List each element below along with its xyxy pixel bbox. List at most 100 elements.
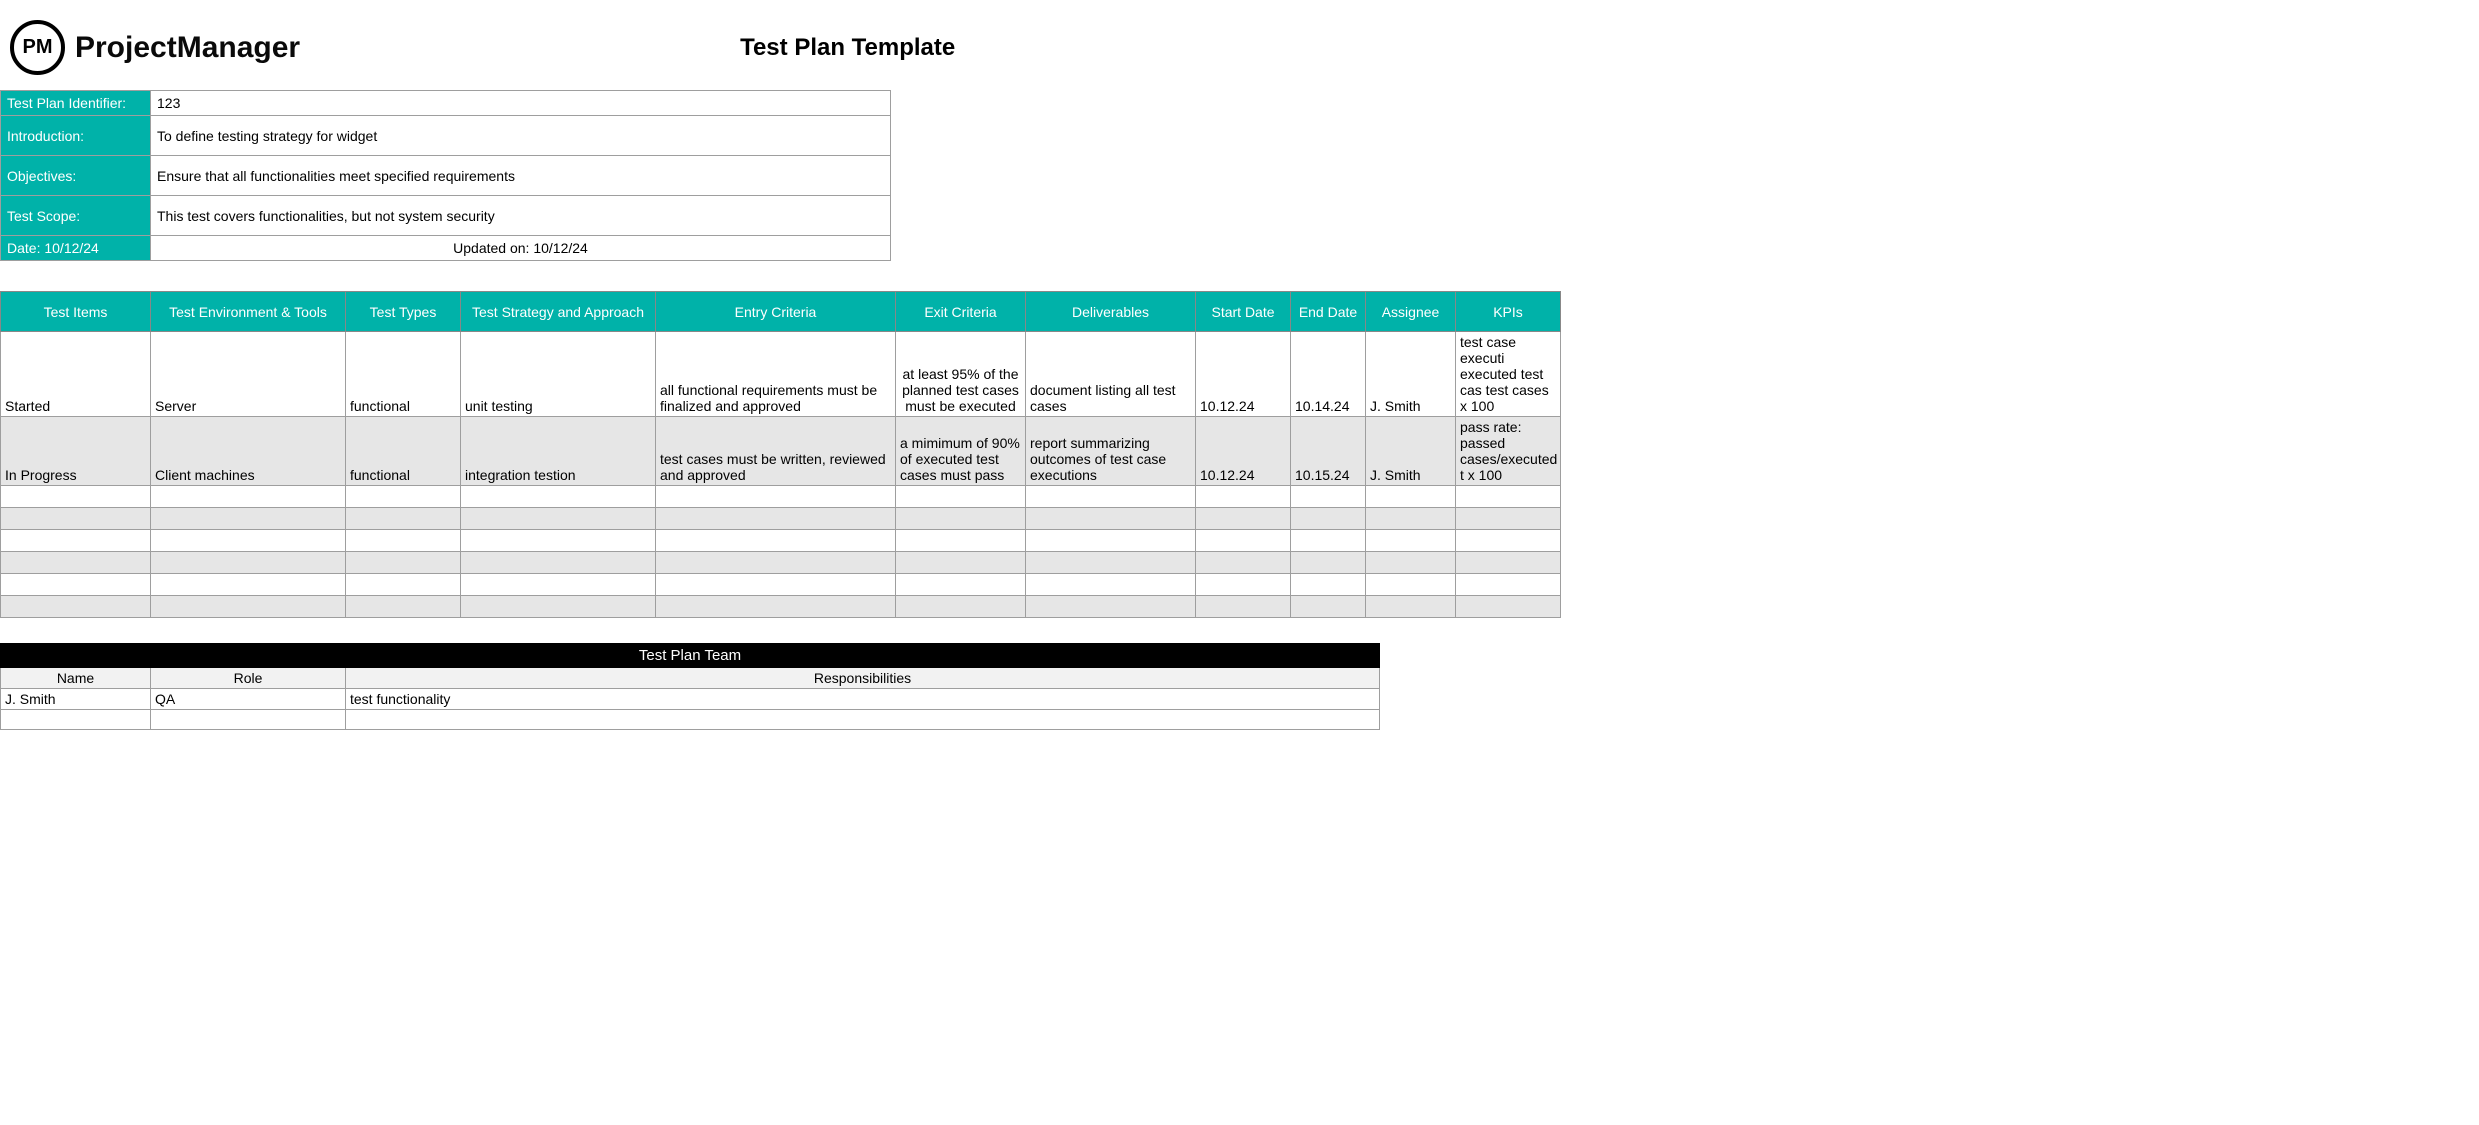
cell[interactable]	[1026, 596, 1196, 618]
cell[interactable]	[461, 596, 656, 618]
cell[interactable]	[461, 552, 656, 574]
cell[interactable]	[896, 552, 1026, 574]
cell[interactable]	[1, 552, 151, 574]
cell[interactable]	[461, 574, 656, 596]
meta-objectives-label: Objectives:	[1, 156, 151, 196]
cell[interactable]	[1, 574, 151, 596]
cell[interactable]: functional	[346, 332, 461, 417]
cell[interactable]: document listing all test cases	[1026, 332, 1196, 417]
cell[interactable]	[1366, 574, 1456, 596]
cell[interactable]	[1291, 486, 1366, 508]
meta-introduction-value[interactable]: To define testing strategy for widget	[151, 116, 891, 156]
cell[interactable]	[656, 596, 896, 618]
cell[interactable]	[1291, 530, 1366, 552]
cell[interactable]	[1196, 596, 1291, 618]
cell[interactable]: 10.15.24	[1291, 417, 1366, 486]
cell[interactable]	[1291, 596, 1366, 618]
cell[interactable]	[896, 574, 1026, 596]
cell[interactable]	[151, 574, 346, 596]
cell[interactable]	[346, 486, 461, 508]
cell[interactable]	[1196, 574, 1291, 596]
cell[interactable]	[1, 596, 151, 618]
cell[interactable]	[346, 530, 461, 552]
cell[interactable]	[1, 486, 151, 508]
cell[interactable]	[1366, 552, 1456, 574]
cell[interactable]	[1196, 508, 1291, 530]
cell[interactable]: J. Smith	[1366, 417, 1456, 486]
cell[interactable]	[1456, 596, 1561, 618]
cell[interactable]	[1026, 552, 1196, 574]
cell[interactable]	[1456, 552, 1561, 574]
cell[interactable]	[346, 508, 461, 530]
cell[interactable]	[1026, 486, 1196, 508]
cell[interactable]	[1366, 596, 1456, 618]
team-cell-role[interactable]: QA	[151, 689, 346, 710]
cell[interactable]	[151, 486, 346, 508]
cell[interactable]	[1291, 574, 1366, 596]
cell[interactable]: 10.14.24	[1291, 332, 1366, 417]
cell[interactable]: report summarizing outcomes of test case…	[1026, 417, 1196, 486]
cell[interactable]: functional	[346, 417, 461, 486]
team-cell-resp[interactable]	[346, 710, 1380, 730]
cell[interactable]	[1456, 530, 1561, 552]
cell[interactable]	[1366, 508, 1456, 530]
cell[interactable]: at least 95% of the planned test cases m…	[896, 332, 1026, 417]
cell[interactable]: integration testion	[461, 417, 656, 486]
cell[interactable]	[1196, 530, 1291, 552]
cell[interactable]: 10.12.24	[1196, 417, 1291, 486]
meta-identifier-value[interactable]: 123	[151, 91, 891, 116]
cell[interactable]	[896, 530, 1026, 552]
cell[interactable]	[1026, 508, 1196, 530]
cell[interactable]	[1196, 552, 1291, 574]
cell[interactable]: Client machines	[151, 417, 346, 486]
team-cell-resp[interactable]: test functionality	[346, 689, 1380, 710]
cell[interactable]	[1, 530, 151, 552]
cell[interactable]	[1, 508, 151, 530]
cell[interactable]: test cases must be written, reviewed and…	[656, 417, 896, 486]
cell[interactable]: In Progress	[1, 417, 151, 486]
cell[interactable]	[656, 530, 896, 552]
team-cell-name[interactable]	[1, 710, 151, 730]
team-cell-role[interactable]	[151, 710, 346, 730]
cell[interactable]	[1456, 574, 1561, 596]
cell[interactable]	[346, 552, 461, 574]
cell[interactable]	[896, 596, 1026, 618]
cell[interactable]	[1026, 530, 1196, 552]
cell[interactable]	[1456, 508, 1561, 530]
cell[interactable]	[1366, 530, 1456, 552]
cell[interactable]	[656, 552, 896, 574]
cell[interactable]	[656, 486, 896, 508]
cell[interactable]	[461, 530, 656, 552]
cell[interactable]	[1196, 486, 1291, 508]
cell[interactable]: J. Smith	[1366, 332, 1456, 417]
cell[interactable]: 10.12.24	[1196, 332, 1291, 417]
cell[interactable]	[461, 486, 656, 508]
cell[interactable]	[151, 552, 346, 574]
cell[interactable]	[151, 508, 346, 530]
cell[interactable]: a mimimum of 90% of executed test cases …	[896, 417, 1026, 486]
cell[interactable]	[346, 574, 461, 596]
cell[interactable]	[346, 596, 461, 618]
cell[interactable]	[896, 508, 1026, 530]
cell[interactable]: pass rate: passed cases/executed t x 100	[1456, 417, 1561, 486]
team-cell-name[interactable]: J. Smith	[1, 689, 151, 710]
cell[interactable]: unit testing	[461, 332, 656, 417]
cell[interactable]	[896, 486, 1026, 508]
cell[interactable]	[1291, 508, 1366, 530]
cell[interactable]: Server	[151, 332, 346, 417]
cell[interactable]: all functional requirements must be fina…	[656, 332, 896, 417]
cell[interactable]	[656, 508, 896, 530]
cell[interactable]	[656, 574, 896, 596]
cell[interactable]	[151, 530, 346, 552]
cell[interactable]	[461, 508, 656, 530]
cell[interactable]	[1291, 552, 1366, 574]
cell[interactable]: Started	[1, 332, 151, 417]
col-assignee: Assignee	[1366, 292, 1456, 332]
cell[interactable]	[1456, 486, 1561, 508]
cell[interactable]	[1026, 574, 1196, 596]
meta-objectives-value[interactable]: Ensure that all functionalities meet spe…	[151, 156, 891, 196]
cell[interactable]	[151, 596, 346, 618]
meta-scope-value[interactable]: This test covers functionalities, but no…	[151, 196, 891, 236]
cell[interactable]	[1366, 486, 1456, 508]
cell[interactable]: test case executi executed test cas test…	[1456, 332, 1561, 417]
